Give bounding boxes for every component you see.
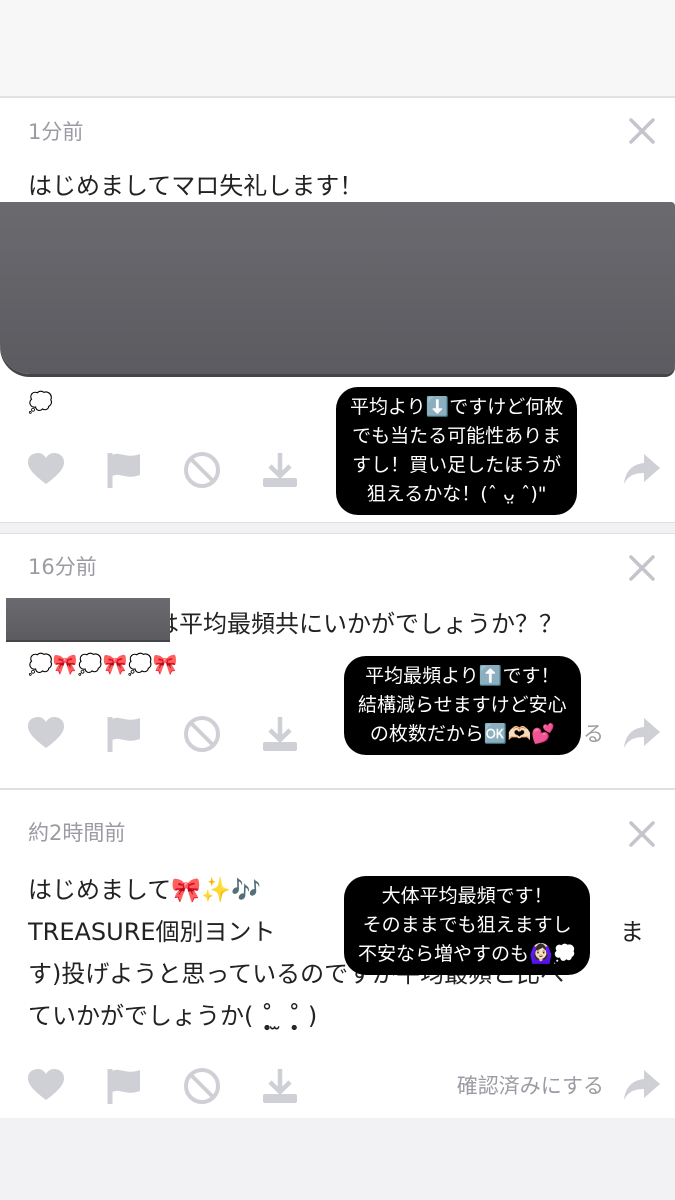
share-arrow-icon[interactable] (622, 1066, 662, 1106)
download-icon[interactable] (260, 450, 300, 490)
block-icon[interactable] (182, 450, 222, 490)
confirm-link[interactable]: 確認済みにする (457, 1070, 604, 1100)
top-bar (0, 0, 675, 97)
close-icon[interactable] (627, 116, 657, 146)
message-line: ま (620, 918, 644, 946)
overlay-line: の枚数だから🆗🫶🏻💕 (369, 723, 555, 745)
overlay-line: すし！買い足したほうが (352, 454, 562, 476)
message-line: ていかがでしょうか( ˚̩̥̩̥ ̫ ˚̩̥̩̥ ) (28, 1002, 318, 1030)
message-text: は平均最頻共にいかがでしょうか？？ (155, 610, 563, 638)
share-arrow-icon[interactable] (622, 714, 662, 754)
message-card-1: 1分前 はじめましてマロ失礼します！ 💭 平均より⬇️ですけど何枚 でも当たる可… (0, 97, 675, 523)
download-icon[interactable] (260, 714, 300, 754)
message-card-2: 16分前 は平均最頻共にいかがでしょうか？？ 💭🎀💭🎀💭🎀 る 平均最頻より⬆️… (0, 533, 675, 789)
reply-overlay: 平均より⬇️ですけど何枚 でも当たる可能性ありま すし！買い足したほうが 狙える… (336, 387, 578, 515)
overlay-line: 狙えるかな！(ˆ ᴗ̤ ˆ)" (366, 483, 547, 505)
overlay-line: 不安なら増やすのも🙆🏻‍♀️💭 (358, 943, 577, 965)
heart-icon[interactable] (26, 1066, 66, 1106)
timestamp: 16分前 (28, 555, 97, 579)
bottom-area (0, 1118, 675, 1200)
reply-overlay: 大体平均最頻です！ そのままでも狙えますし 不安なら増やすのも🙆🏻‍♀️💭 (344, 876, 591, 975)
block-icon[interactable] (182, 714, 222, 754)
emoji-row: 💭🎀💭🎀💭🎀 (28, 652, 178, 676)
flag-icon[interactable] (106, 714, 146, 754)
confirm-link[interactable]: る (583, 718, 604, 748)
close-icon[interactable] (627, 553, 657, 583)
redaction-block (0, 202, 675, 374)
overlay-line: そのままでも狙えますし (362, 914, 572, 936)
timestamp: 1分前 (28, 120, 84, 144)
message-line: TREASURE個別ヨント (28, 918, 276, 946)
message-card-3: 約2時間前 はじめまして🎀✨🎶 TREASURE個別ヨント ま す)投げようと思… (0, 789, 675, 1120)
share-arrow-icon[interactable] (622, 450, 662, 490)
overlay-line: 平均最頻より⬆️です！ (365, 665, 560, 687)
heart-icon[interactable] (26, 450, 66, 490)
overlay-line: でも当たる可能性ありま (352, 425, 562, 447)
heart-icon[interactable] (26, 714, 66, 754)
flag-icon[interactable] (106, 1066, 146, 1106)
block-icon[interactable] (182, 1066, 222, 1106)
overlay-line: 大体平均最頻です！ (381, 885, 553, 907)
timestamp: 約2時間前 (28, 821, 126, 845)
message-line: はじめまして🎀✨🎶 (28, 876, 261, 904)
overlay-line: 平均より⬇️ですけど何枚 (350, 396, 564, 418)
flag-icon[interactable] (106, 450, 146, 490)
action-bar: 確認済みにする (26, 1066, 666, 1106)
redaction-block (6, 598, 170, 640)
reply-overlay: 平均最頻より⬆️です！ 結構減らせますけど安心 の枚数だから🆗🫶🏻💕 (344, 656, 581, 755)
overlay-line: 結構減らせますけど安心 (358, 694, 567, 716)
close-icon[interactable] (627, 819, 657, 849)
download-icon[interactable] (260, 1066, 300, 1106)
emoji-row: 💭 (28, 390, 53, 414)
